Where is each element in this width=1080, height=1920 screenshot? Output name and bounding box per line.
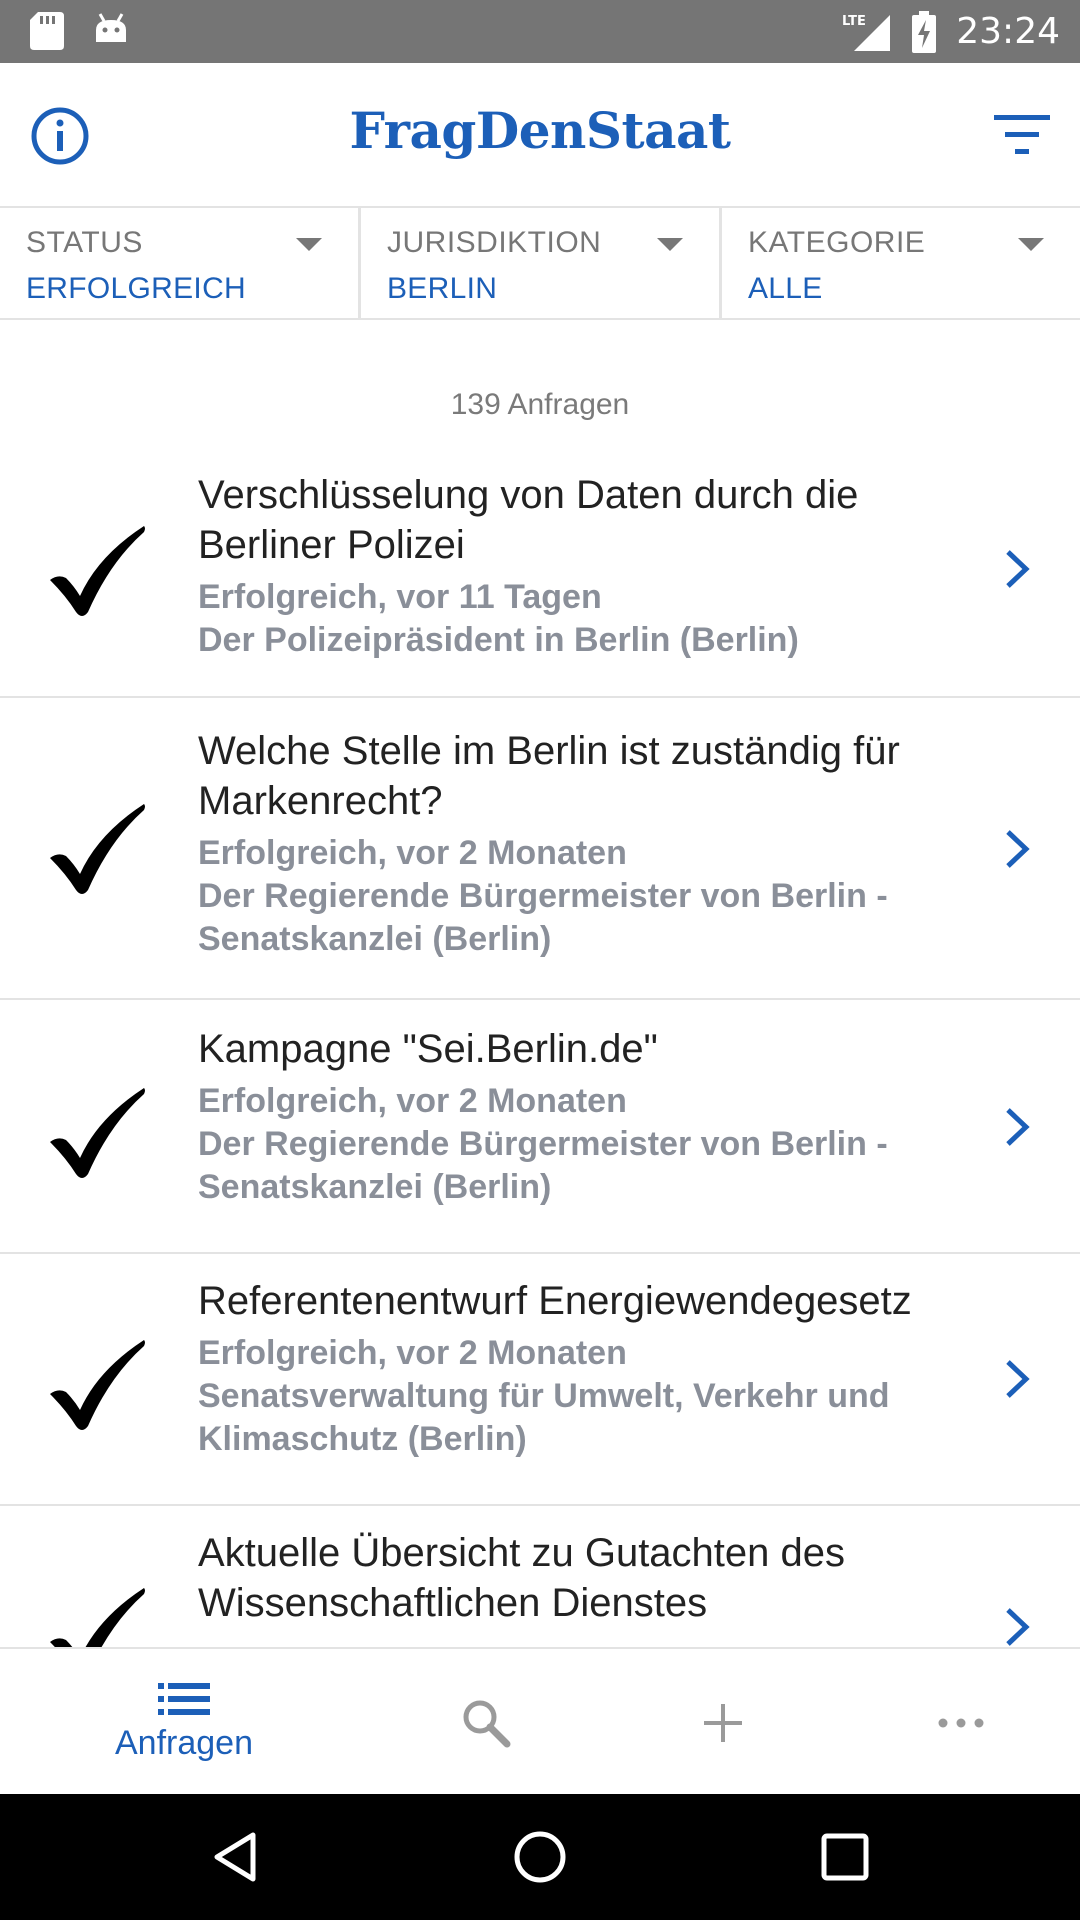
dropdown-arrow-icon <box>296 238 322 251</box>
request-meta: Erfolgreich, vor 2 Monaten Der Regierend… <box>198 834 888 958</box>
request-title: Welche Stelle im Berlin ist zuständig fü… <box>198 729 900 823</box>
signal-lte-icon: LTE <box>842 14 891 51</box>
request-title: Kampagne "Sei.Berlin.de" <box>198 1027 658 1071</box>
filter-bar: STATUS ERFOLGREICH JURISDIKTION BERLIN K… <box>0 208 1080 320</box>
more-horizontal-icon <box>938 1718 984 1727</box>
bottom-navigation: Anfragen <box>0 1647 1080 1794</box>
request-title: Referentenentwurf Energiewendegesetz <box>198 1279 912 1323</box>
app-bar: FragDenStaat <box>0 63 1080 208</box>
list-item[interactable]: Welche Stelle im Berlin ist zuständig fü… <box>0 698 1080 1000</box>
list-item[interactable]: Aktuelle Übersicht zu Gutachten des Wiss… <box>0 1506 1080 1647</box>
chevron-right-icon <box>1006 550 1030 588</box>
android-icon <box>96 13 126 42</box>
chevron-right-icon <box>1006 1360 1030 1398</box>
nav-new-request[interactable] <box>603 1649 843 1796</box>
request-title: Verschlüsselung von Daten durch die Berl… <box>198 473 859 567</box>
battery-charging-icon <box>912 10 937 53</box>
jurisdiction-filter-dropdown[interactable]: JURISDIKTION BERLIN <box>361 208 722 318</box>
chevron-right-icon <box>1006 1608 1030 1646</box>
request-meta: Erfolgreich, vor 11 Tagen Der Polizeiprä… <box>198 578 799 659</box>
svg-text:LTE: LTE <box>842 14 866 29</box>
category-filter-dropdown[interactable]: KATEGORIE ALLE <box>722 208 1080 318</box>
chevron-right-icon <box>1006 830 1030 868</box>
nav-search[interactable] <box>366 1649 606 1796</box>
checkmark-icon <box>50 1588 145 1647</box>
dropdown-arrow-icon <box>657 238 683 251</box>
status-bar: LTE 23:24 <box>0 0 1080 63</box>
filter-value: ERFOLGREICH <box>26 272 246 305</box>
checkmark-icon <box>50 526 145 616</box>
nav-requests-label: Anfragen <box>115 1724 253 1762</box>
chevron-right-icon <box>1006 1108 1030 1146</box>
system-navigation-bar <box>0 1794 1080 1920</box>
checkmark-icon <box>50 804 145 894</box>
checkmark-icon <box>50 1088 145 1178</box>
list-item[interactable]: Kampagne "Sei.Berlin.de" Erfolgreich, vo… <box>0 1000 1080 1254</box>
back-icon[interactable] <box>205 1827 265 1887</box>
plus-icon <box>704 1703 742 1742</box>
result-count: 139 Anfragen <box>450 388 630 421</box>
list-item[interactable]: Referentenentwurf Energiewendegesetz Erf… <box>0 1254 1080 1506</box>
request-meta: Erfolgreich, vor 2 Monaten Senatsverwalt… <box>198 1334 890 1458</box>
dropdown-arrow-icon <box>1018 238 1044 251</box>
request-title: Aktuelle Übersicht zu Gutachten des Wiss… <box>198 1531 846 1625</box>
request-meta: Erfolgreich, vor 2 Monaten Der Regierend… <box>198 1082 888 1206</box>
request-list: Verschlüsselung von Daten durch die Berl… <box>0 450 1080 1647</box>
filter-value: ALLE <box>748 272 823 305</box>
filter-icon[interactable] <box>994 113 1050 157</box>
recent-apps-icon[interactable] <box>815 1827 875 1887</box>
search-icon <box>463 1700 511 1747</box>
list-icon <box>158 1683 210 1715</box>
sd-card-icon <box>30 12 64 50</box>
app-title: FragDenStaat <box>349 101 731 160</box>
home-icon[interactable] <box>510 1827 570 1887</box>
nav-more[interactable] <box>841 1649 1080 1796</box>
status-filter-dropdown[interactable]: STATUS ERFOLGREICH <box>0 208 361 318</box>
list-item[interactable]: Verschlüsselung von Daten durch die Berl… <box>0 450 1080 698</box>
nav-requests[interactable]: Anfragen <box>64 1649 304 1796</box>
checkmark-icon <box>50 1340 145 1430</box>
filter-value: BERLIN <box>387 272 498 305</box>
clock: 23:24 <box>956 11 1060 52</box>
